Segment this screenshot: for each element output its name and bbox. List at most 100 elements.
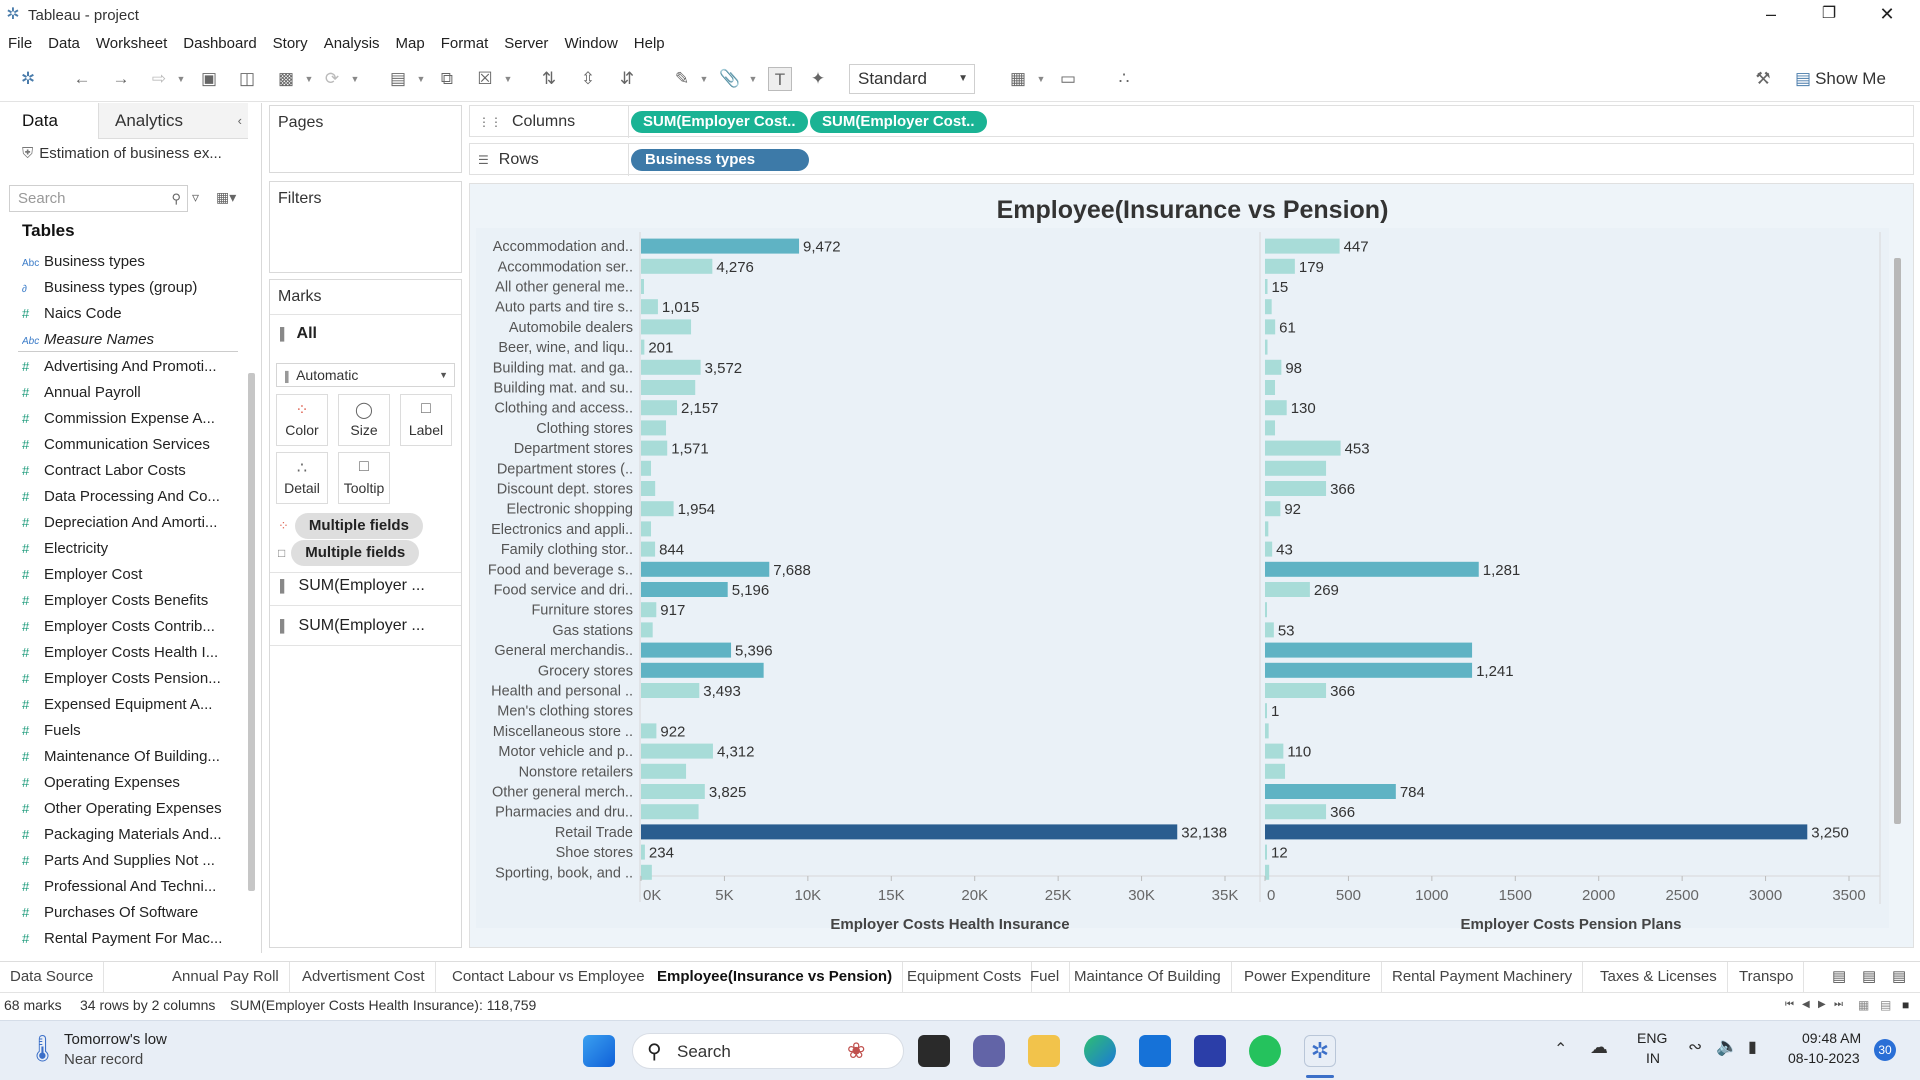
bar-mark[interactable] [641,582,728,597]
taskbar-search[interactable]: ⚲ Search ❀ [632,1033,904,1069]
marks-all[interactable]: ▌ All [280,325,317,343]
bar-mark[interactable] [1265,400,1287,416]
bar-mark[interactable] [641,622,653,638]
bar-mark[interactable] [1265,339,1268,355]
sheet-tab[interactable]: Contact Labour vs Employee [442,962,656,992]
menu-format[interactable]: Format [433,35,497,52]
bar-mark[interactable] [641,501,674,517]
marks-measure-1[interactable]: ▌ SUM(Employer ... [280,577,425,595]
menu-story[interactable]: Story [265,35,316,52]
whatsapp-icon[interactable] [1249,1035,1281,1067]
file-explorer-icon[interactable] [1028,1035,1060,1067]
restore-button[interactable]: ❐ [1800,0,1858,30]
field-item[interactable]: # Electricity [22,536,240,562]
field-item[interactable]: # Employer Costs Benefits [22,588,240,614]
wifi-icon[interactable]: ∾ [1688,1037,1702,1057]
viz-scrollbar[interactable] [1894,258,1901,824]
category-label[interactable]: Electronic shopping [506,502,633,518]
field-item[interactable]: # Employer Costs Contrib... [22,614,240,640]
teams-chat-icon[interactable] [973,1035,1005,1067]
bar-mark[interactable] [641,238,800,254]
menu-help[interactable]: Help [626,35,673,52]
bar-mark[interactable] [1265,804,1327,820]
category-label[interactable]: Food service and dri.. [494,583,633,599]
bar-mark[interactable] [641,339,645,355]
bar-mark[interactable] [641,521,652,537]
mark-type-select[interactable]: ▌ Automatic ▼ [276,363,455,387]
bar-mark[interactable] [641,763,687,779]
category-label[interactable]: Health and personal .. [491,684,633,700]
axis-title[interactable]: Employer Costs Pension Plans [1461,916,1682,933]
bar-mark[interactable] [641,380,696,395]
bar-mark[interactable] [1265,602,1267,618]
weather-icon[interactable]: 🌡 [26,1033,59,1064]
color-multiple-fields-pill[interactable]: Multiple fields [294,513,423,539]
bar-mark[interactable] [1265,359,1282,375]
new-datasource-icon[interactable]: ◫ [235,67,259,91]
bar-mark[interactable] [641,723,657,739]
bar-mark[interactable] [641,683,700,698]
bar-mark[interactable] [1265,622,1274,638]
bar-mark[interactable] [1265,238,1340,254]
color-button[interactable]: ⁘ Color [276,394,328,446]
bar-mark[interactable] [641,561,770,577]
category-label[interactable]: Shoe stores [556,845,633,861]
tableau-logo-icon[interactable]: ✲ [16,67,40,91]
field-item[interactable]: # Operating Expenses [22,770,240,796]
category-label[interactable]: All other general me.. [495,280,633,296]
tooltip-button[interactable]: □ Tooltip [338,452,390,504]
field-item[interactable]: # Expensed Equipment A... [22,692,240,718]
menu-analysis[interactable]: Analysis [316,35,388,52]
bar-mark[interactable] [1265,824,1808,840]
field-item[interactable]: # Advertising And Promoti... [22,354,240,380]
fit-select[interactable]: Standard ▼ [849,64,975,94]
bar-mark[interactable] [641,420,667,436]
windows-start-icon[interactable] [583,1035,615,1067]
redo-icon[interactable]: → [109,67,133,91]
collapse-icon[interactable]: ‹ [238,103,242,139]
language-indicator[interactable]: ENG [1637,1030,1667,1046]
field-item[interactable]: # Maintenance Of Building... [22,744,240,770]
bar-mark[interactable] [641,319,692,335]
bar-mark[interactable] [641,541,656,557]
bar-mark[interactable] [641,359,701,375]
undo-icon[interactable]: ← [70,67,94,91]
sheet-tab[interactable]: Advertisment Cost [292,962,436,992]
field-item[interactable]: # Parts And Supplies Not ... [22,848,240,874]
marks-measure-2[interactable]: ▌ SUM(Employer ... [280,617,425,635]
clock-date[interactable]: 08-10-2023 [1788,1050,1860,1066]
bar-mark[interactable] [641,440,668,456]
tab-analytics[interactable]: Analytics ‹ [98,103,248,139]
tabs-view-icon[interactable]: ■ [1902,993,1909,1017]
sheet-tab[interactable]: Fuel [1020,962,1071,992]
field-item[interactable]: # Contract Labor Costs [22,458,240,484]
menu-worksheet[interactable]: Worksheet [88,35,175,52]
category-label[interactable]: Pharmacies and dru.. [495,805,633,821]
group-dropdown-icon[interactable]: ▼ [748,67,758,91]
category-label[interactable]: Clothing and access.. [494,401,633,417]
bar-mark[interactable] [641,864,652,880]
last-sheet-icon[interactable]: ⏭ [1834,993,1843,1017]
bar-mark[interactable] [641,258,713,274]
bar-mark[interactable] [1265,420,1276,436]
category-label[interactable]: Auto parts and tire s.. [495,300,633,316]
task-view-icon[interactable] [918,1035,950,1067]
weather-subtitle[interactable]: Near record [64,1051,143,1068]
detail-button[interactable]: ∴ Detail [276,452,328,504]
field-item[interactable]: # Data Processing And Co... [22,484,240,510]
category-label[interactable]: Motor vehicle and p.. [498,744,633,760]
category-label[interactable]: Automobile dealers [509,320,633,336]
field-item[interactable]: # Purchases Of Software [22,900,240,926]
sort-descending-icon[interactable]: ⇵ [615,67,639,91]
presentation-mode-icon[interactable]: ▭ [1056,67,1080,91]
grid-view-icon[interactable]: ▦ [1858,993,1869,1017]
field-item[interactable]: # Commission Expense A... [22,406,240,432]
category-label[interactable]: Food and beverage s.. [488,562,633,578]
battery-icon[interactable]: ▮ [1748,1037,1757,1057]
bar-mark[interactable] [1265,501,1281,517]
clock-time[interactable]: 09:48 AM [1802,1030,1861,1046]
filters-shelf[interactable]: Filters [269,181,462,273]
show-mark-labels-icon[interactable]: T [768,67,792,91]
next-sheet-icon[interactable]: ▶ [1818,993,1826,1017]
category-label[interactable]: Accommodation and.. [493,239,633,255]
